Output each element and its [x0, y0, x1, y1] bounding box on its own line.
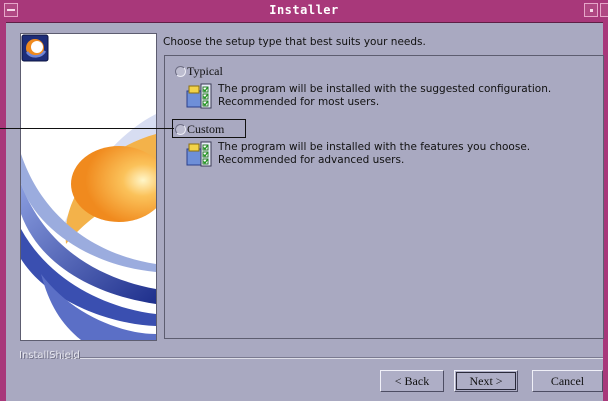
custom-description: The program will be installed with the f… [218, 141, 530, 167]
maximize-icon[interactable] [600, 3, 608, 17]
typical-description-line1: The program will be installed with the s… [218, 83, 552, 95]
installshield-logo-icon [21, 34, 49, 62]
next-button[interactable]: Next > [454, 370, 518, 392]
window-title: Installer [269, 3, 339, 17]
typical-description: The program will be installed with the s… [218, 83, 551, 109]
custom-radio[interactable] [175, 124, 186, 135]
back-button[interactable]: < Back [380, 370, 444, 392]
installer-window: Installer Choose the setup type that bes… [0, 0, 608, 401]
side-banner-image [20, 33, 157, 341]
swoosh-graphic [21, 34, 156, 340]
title-bar[interactable]: Installer [0, 0, 608, 23]
typical-radio[interactable] [175, 66, 186, 77]
typical-label[interactable]: Typical [187, 64, 223, 79]
typical-description-line2: Recommended for most users. [218, 96, 380, 108]
custom-description-line1: The program will be installed with the f… [218, 141, 531, 153]
setup-type-icon [186, 83, 212, 109]
custom-label[interactable]: Custom [187, 122, 224, 137]
minimize-icon[interactable] [584, 3, 598, 17]
setup-type-icon [186, 141, 212, 167]
setup-type-prompt: Choose the setup type that best suits yo… [163, 36, 426, 48]
setup-type-panel: Typical The program will be installed wi… [164, 55, 604, 339]
custom-description-line2: Recommended for advanced users. [218, 154, 405, 166]
callout-line [0, 128, 174, 129]
footer-separator [60, 357, 603, 359]
window-frame-left [0, 22, 6, 401]
installshield-brand-label: InstallShield [19, 350, 80, 361]
cancel-button[interactable]: Cancel [532, 370, 603, 392]
